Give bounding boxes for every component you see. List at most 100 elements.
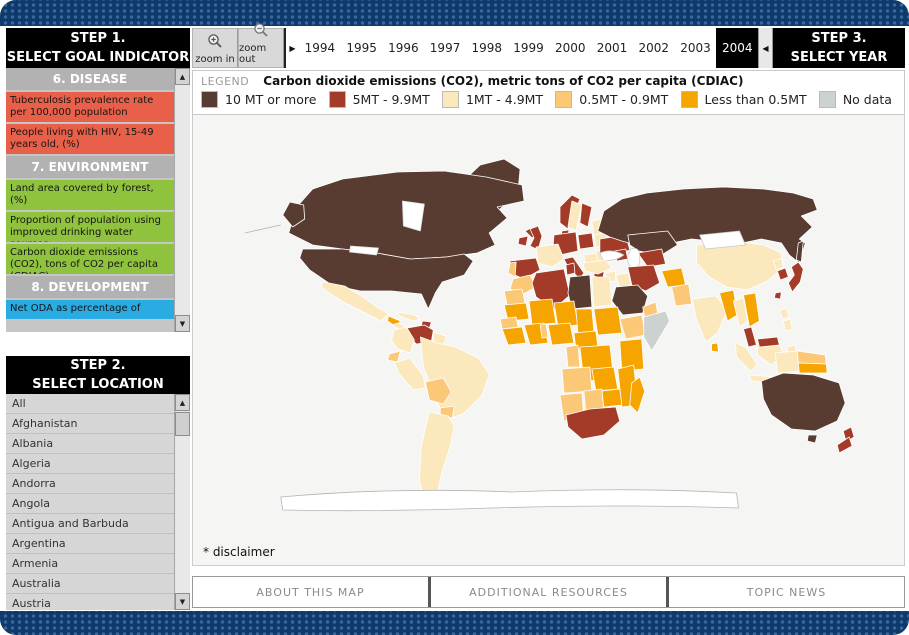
map-region-caspian-sea[interactable] xyxy=(628,248,640,268)
map-area: * disclaimer xyxy=(192,115,905,566)
indicator-item[interactable]: Proportion of population using improved … xyxy=(6,212,174,242)
map-region-pakistan[interactable] xyxy=(672,284,692,306)
map-region-sudan[interactable] xyxy=(594,307,622,335)
map-region-madagascar[interactable] xyxy=(630,377,645,413)
year-1994[interactable]: 1994 xyxy=(299,28,341,68)
legend-item-label: 10 MT or more xyxy=(225,92,316,107)
map-region-antarctica[interactable] xyxy=(281,490,739,511)
map-region-malaysia[interactable] xyxy=(743,327,756,347)
disclaimer-link[interactable]: * disclaimer xyxy=(203,545,275,559)
map-region-philippines-north[interactable] xyxy=(779,308,789,319)
year-2000[interactable]: 2000 xyxy=(549,28,591,68)
map-region-ecuador[interactable] xyxy=(387,351,400,362)
map-region-somalia[interactable] xyxy=(644,311,670,351)
map-region-france[interactable] xyxy=(536,244,564,267)
map-region-gabon-congo[interactable] xyxy=(566,345,580,367)
map-region-peru[interactable] xyxy=(394,358,425,390)
zoom-in-button[interactable]: zoom in xyxy=(192,28,238,68)
year-1998[interactable]: 1998 xyxy=(466,28,508,68)
app-window: STEP 1. SELECT GOAL INDICATOR 6. DISEASE… xyxy=(0,0,909,635)
location-item[interactable]: Australia xyxy=(6,574,174,594)
location-item[interactable]: Algeria xyxy=(6,454,174,474)
world-map xyxy=(193,115,904,565)
scroll-down-icon[interactable]: ▼ xyxy=(175,593,190,610)
indicator-item[interactable]: Tuberculosis prevalence rate per 100,000… xyxy=(6,92,174,122)
map-region-senegal[interactable] xyxy=(500,317,518,329)
location-item[interactable]: Andorra xyxy=(6,474,174,494)
location-item[interactable]: Afghanistan xyxy=(6,414,174,434)
map-region-cuba[interactable] xyxy=(397,312,420,321)
top-banner xyxy=(0,0,909,26)
location-item[interactable]: Angola xyxy=(6,494,174,514)
about-this-map-button[interactable]: ABOUT THIS MAP xyxy=(193,577,428,607)
indicator-item[interactable]: Land area covered by forest, (%) xyxy=(6,180,174,210)
map-region-papua-new-guinea-north[interactable] xyxy=(797,351,826,364)
location-item[interactable]: Albania xyxy=(6,434,174,454)
location-item[interactable]: Armenia xyxy=(6,554,174,574)
map-region-turkey[interactable] xyxy=(583,260,612,274)
year-2004[interactable]: 2004 xyxy=(716,28,758,68)
map-region-new-guinea-west[interactable] xyxy=(775,351,799,373)
map-region-ethiopia[interactable] xyxy=(620,315,646,339)
map-region-philippines-south[interactable] xyxy=(783,319,792,331)
year-scroll-right-icon[interactable]: ◀ xyxy=(758,28,773,68)
map-region-tasmania[interactable] xyxy=(807,435,817,443)
map-region-ireland[interactable] xyxy=(518,236,528,246)
map-region-taiwan[interactable] xyxy=(774,292,781,299)
left-column: STEP 1. SELECT GOAL INDICATOR 6. DISEASE… xyxy=(6,28,190,610)
map-region-sumatra[interactable] xyxy=(735,343,757,371)
map-region-mali[interactable] xyxy=(529,299,556,325)
year-1996[interactable]: 1996 xyxy=(382,28,424,68)
location-item[interactable]: Antigua and Barbuda xyxy=(6,514,174,534)
map-region-afghanistan[interactable] xyxy=(662,268,686,287)
location-scroll-track[interactable] xyxy=(175,411,190,593)
scroll-up-icon[interactable]: ▲ xyxy=(175,68,190,85)
location-scrollbar[interactable]: ▲ ▼ xyxy=(174,394,190,610)
map-region-nigeria[interactable] xyxy=(548,323,574,345)
map-region-usa[interactable] xyxy=(300,249,474,309)
map-region-finland[interactable] xyxy=(580,203,592,227)
map-region-portugal[interactable] xyxy=(508,262,516,277)
map-region-poland[interactable] xyxy=(578,233,594,249)
map-region-japan[interactable] xyxy=(788,262,803,292)
topic-news-button[interactable]: TOPIC NEWS xyxy=(666,577,904,607)
map-region-brazil[interactable] xyxy=(420,337,489,420)
map-region-guinea[interactable] xyxy=(502,327,526,345)
indicator-scroll-track[interactable] xyxy=(175,85,190,315)
map-region-chad[interactable] xyxy=(576,309,594,333)
year-1995[interactable]: 1995 xyxy=(341,28,383,68)
indicator-scrollbar[interactable]: ▲ ▼ xyxy=(174,68,190,332)
map-region-hudson-bay[interactable] xyxy=(402,201,424,231)
scroll-down-icon[interactable]: ▼ xyxy=(175,315,190,332)
location-scroll-thumb[interactable] xyxy=(175,412,190,436)
map-region-aleutians[interactable] xyxy=(245,225,281,233)
year-scroll-left-icon[interactable]: ▶ xyxy=(284,28,299,68)
year-2003[interactable]: 2003 xyxy=(675,28,717,68)
year-2002[interactable]: 2002 xyxy=(633,28,675,68)
map-region-western-sahara[interactable] xyxy=(504,289,525,305)
year-1997[interactable]: 1997 xyxy=(424,28,466,68)
scroll-up-icon[interactable]: ▲ xyxy=(175,394,190,411)
indicator-item[interactable]: People living with HIV, 15-49 years old,… xyxy=(6,124,174,154)
map-region-sri-lanka[interactable] xyxy=(712,343,719,352)
year-2001[interactable]: 2001 xyxy=(591,28,633,68)
zoom-in-icon xyxy=(207,33,223,53)
map-region-tunisia[interactable] xyxy=(566,263,575,275)
right-column: zoom in zoom out ▶ 199419951996199719981… xyxy=(192,28,905,608)
indicator-item[interactable]: Carbon dioxide emissions (CO2), tons of … xyxy=(6,244,174,274)
map-region-borneo-malaysia[interactable] xyxy=(757,337,779,347)
location-item[interactable]: Argentina xyxy=(6,534,174,554)
map-region-angola[interactable] xyxy=(562,367,592,393)
map-region-zimbabwe[interactable] xyxy=(602,389,622,407)
additional-resources-button[interactable]: ADDITIONAL RESOURCES xyxy=(428,577,666,607)
indicator-item[interactable]: Net ODA as percentage of xyxy=(6,300,174,319)
map-region-papua-new-guinea-south[interactable] xyxy=(798,363,827,373)
map-region-zambia[interactable] xyxy=(592,367,618,391)
location-item[interactable]: Austria xyxy=(6,594,174,610)
zoom-out-button[interactable]: zoom out xyxy=(238,28,284,68)
map-region-egypt[interactable] xyxy=(592,277,612,307)
year-1999[interactable]: 1999 xyxy=(508,28,550,68)
map-region-new-zealand-south[interactable] xyxy=(837,437,852,453)
location-item[interactable]: All xyxy=(6,394,174,414)
map-region-australia[interactable] xyxy=(761,373,845,431)
